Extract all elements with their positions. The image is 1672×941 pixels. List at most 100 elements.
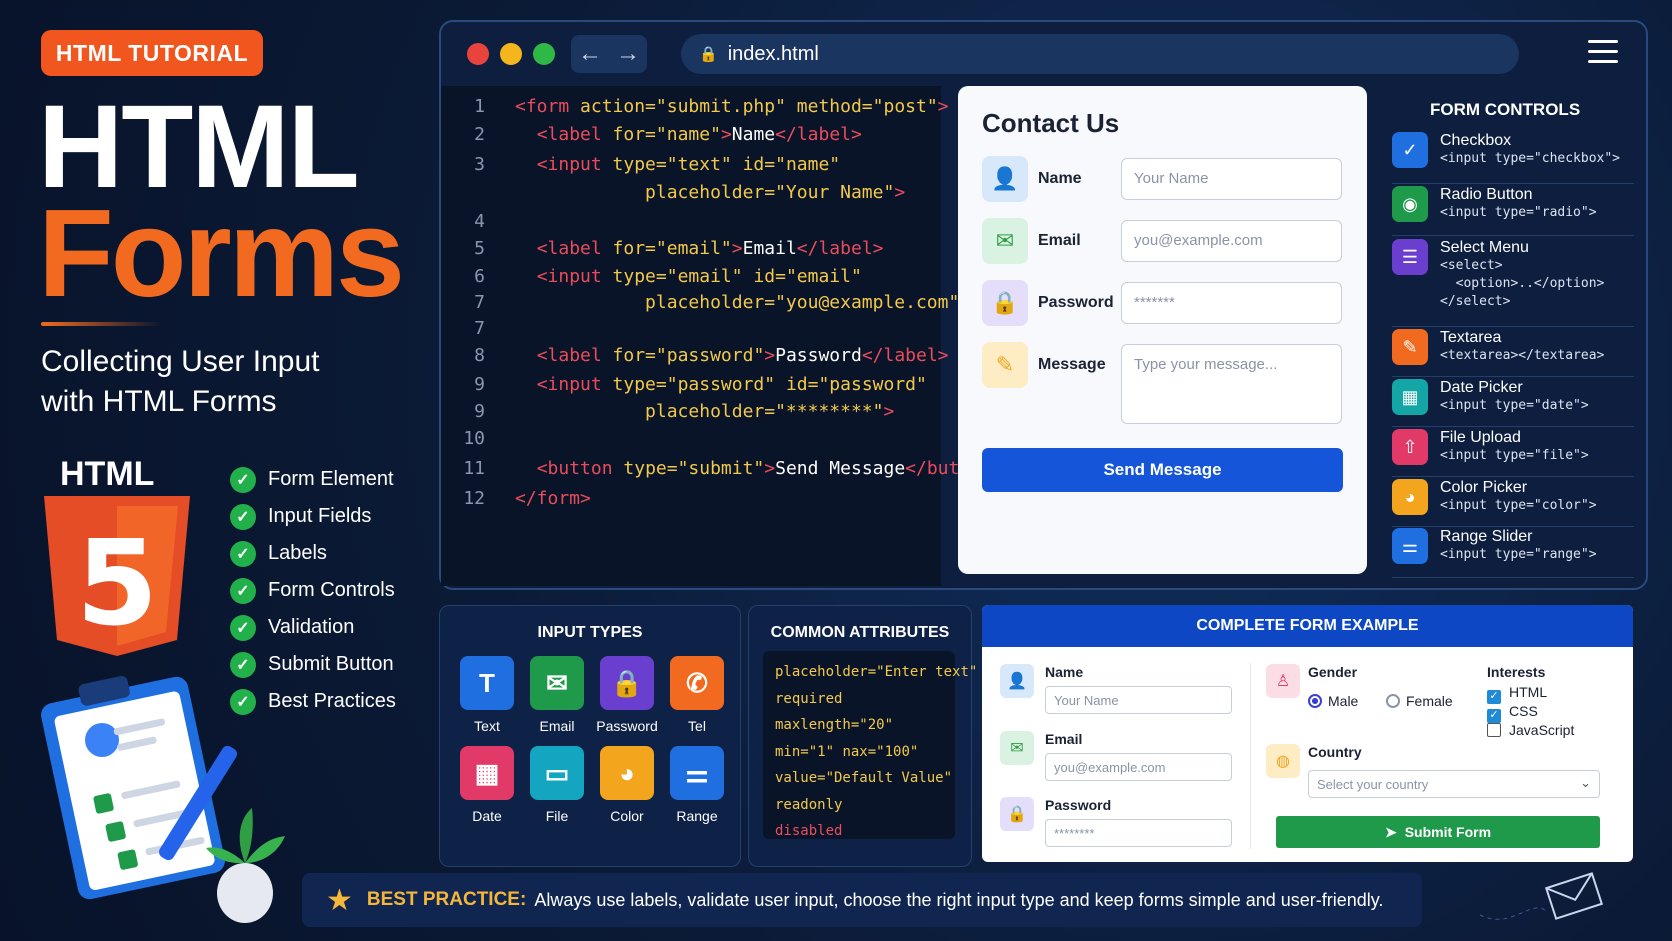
form-control-item[interactable]: ◉ Radio Button <input type="radio"> [1392, 186, 1634, 236]
user-icon: 👤 [982, 156, 1028, 202]
nav-buttons: ← → [571, 35, 647, 73]
check-icon: ✓ [230, 614, 256, 641]
attribute-line: maxlength="20" [775, 712, 943, 739]
code-token: <label [536, 344, 613, 366]
check-icon: ✓ [230, 651, 256, 678]
subtitle-line-2: with HTML Forms [41, 385, 277, 418]
message-label: Message [1038, 356, 1106, 373]
code-token: "post" [872, 95, 938, 117]
envelope-icon: ✉ [530, 656, 584, 710]
form-control-item[interactable]: ⇧ File Upload <input type="file"> [1392, 429, 1634, 477]
code-token: Password [775, 344, 862, 366]
form-control-item[interactable]: ✓ Checkbox <input type="checkbox"> [1392, 132, 1634, 184]
code-token: </label> [796, 237, 884, 259]
radio-icon: ◉ [1392, 186, 1428, 222]
lock-icon: 🔒 [600, 656, 654, 710]
attribute-token: "20" [859, 717, 894, 733]
title-underline [41, 322, 161, 326]
input-type-file[interactable]: ▭ File [522, 746, 592, 824]
line-number: 12 [463, 487, 485, 509]
tip-text: Always use labels, validate user input, … [534, 889, 1384, 910]
form-control-code: <input type="color"> [1440, 498, 1597, 513]
lock-icon: 🔒 [699, 46, 718, 63]
input-type-tel[interactable]: ✆ Tel [662, 656, 732, 734]
form-control-item[interactable]: ◕ Color Picker <input type="color"> [1392, 479, 1634, 527]
input-type-range[interactable]: ⚌ Range [662, 746, 732, 824]
folder-icon: ▭ [530, 746, 584, 800]
code-line: 12 </form> [441, 484, 591, 512]
code-token: for= [612, 344, 656, 366]
gender-male-option[interactable]: Male [1308, 693, 1358, 709]
country-select-value: Select your country [1317, 777, 1429, 792]
input-type-email[interactable]: ✉ Email [522, 656, 592, 734]
interest-option[interactable]: ✓ HTML [1487, 684, 1574, 704]
message-textarea[interactable]: Type your message... [1121, 344, 1342, 424]
form-control-code: <textarea></textarea> [1440, 348, 1605, 363]
code-token: id= [742, 153, 776, 175]
cf-email-input[interactable]: you@example.com [1045, 753, 1232, 781]
code-token: > [894, 181, 906, 203]
forward-arrow-icon[interactable]: → [616, 40, 640, 68]
interest-label: JavaScript [1509, 722, 1575, 738]
code-token: > [764, 344, 776, 366]
input-type-color[interactable]: ◕ Color [592, 746, 662, 824]
name-input[interactable]: Your Name [1121, 158, 1342, 200]
list-icon: ☰ [1392, 239, 1428, 275]
country-select[interactable]: Select your country ⌄ [1308, 770, 1600, 798]
code-line: 3 <input type= "text" id= "name" [441, 150, 840, 178]
cf-password-label: Password [1045, 797, 1112, 813]
cf-password-input[interactable]: ******** [1045, 819, 1232, 847]
hamburger-menu-icon[interactable] [1588, 40, 1618, 70]
interest-option[interactable]: ✓ CSS [1487, 703, 1574, 723]
form-control-item[interactable]: ▦ Date Picker <input type="date"> [1392, 379, 1634, 427]
code-token: "Your Name" [775, 181, 895, 203]
attribute-token: "1" [808, 743, 843, 760]
form-control-code: <input type="checkbox"> [1440, 151, 1621, 166]
form-control-text: File Upload <input type="file"> [1440, 429, 1589, 476]
email-input[interactable]: you@example.com [1121, 220, 1342, 262]
line-number: 9 [474, 373, 485, 395]
code-token: "name" [655, 123, 721, 145]
text-icon: T [460, 656, 514, 710]
input-type-date[interactable]: ▦ Date [452, 746, 522, 824]
send-message-button[interactable]: Send Message [982, 448, 1343, 492]
title-forms: Forms [38, 185, 405, 323]
line-number: 1 [474, 95, 485, 117]
attribute-token: "100" [876, 743, 919, 760]
form-control-item[interactable]: ✎ Textarea <textarea></textarea> [1392, 329, 1634, 377]
password-input[interactable]: ******* [1121, 282, 1342, 324]
cf-name-input[interactable]: Your Name [1045, 686, 1232, 714]
address-bar[interactable]: 🔒 index.html [681, 34, 1519, 74]
subtitle-line-1: Collecting User Input [41, 345, 320, 378]
attribute-line: required [775, 686, 943, 713]
code-token: </label> [775, 123, 862, 145]
gender-female-option[interactable]: Female [1386, 693, 1453, 709]
male-label: Male [1328, 693, 1359, 709]
code-line: 2 <label for= "name" > Name </label> [441, 120, 862, 148]
close-window-button[interactable] [467, 43, 489, 65]
back-arrow-icon[interactable]: ← [578, 40, 602, 68]
maximize-window-button[interactable] [533, 43, 555, 65]
line-number: 6 [474, 265, 485, 287]
attribute-line: disabled [775, 818, 943, 845]
feature-label: Submit Button [268, 653, 394, 675]
form-control-item[interactable]: ⚌ Range Slider <input type="range"> [1392, 528, 1634, 578]
radio-unchecked-icon [1386, 694, 1400, 708]
form-control-code: <select> <option>..</option> </select> [1440, 258, 1605, 309]
code-token: > [764, 457, 776, 479]
interest-option[interactable]: JavaScript [1487, 722, 1574, 741]
input-type-password[interactable]: 🔒 Password [592, 656, 662, 734]
code-line: 9 <input type= "password" id= "password" [441, 370, 927, 398]
form-control-code: <input type="radio"> [1440, 205, 1597, 220]
minimize-window-button[interactable] [500, 43, 522, 65]
input-type-label: Color [610, 808, 644, 824]
line-number: 11 [463, 457, 485, 479]
submit-form-button[interactable]: ➤ Submit Form [1276, 816, 1600, 848]
input-type-text[interactable]: T Text [452, 656, 522, 734]
form-control-item[interactable]: ☰ Select Menu <select> <option>..</option>… [1392, 239, 1634, 327]
name-label: Name [1038, 170, 1082, 187]
